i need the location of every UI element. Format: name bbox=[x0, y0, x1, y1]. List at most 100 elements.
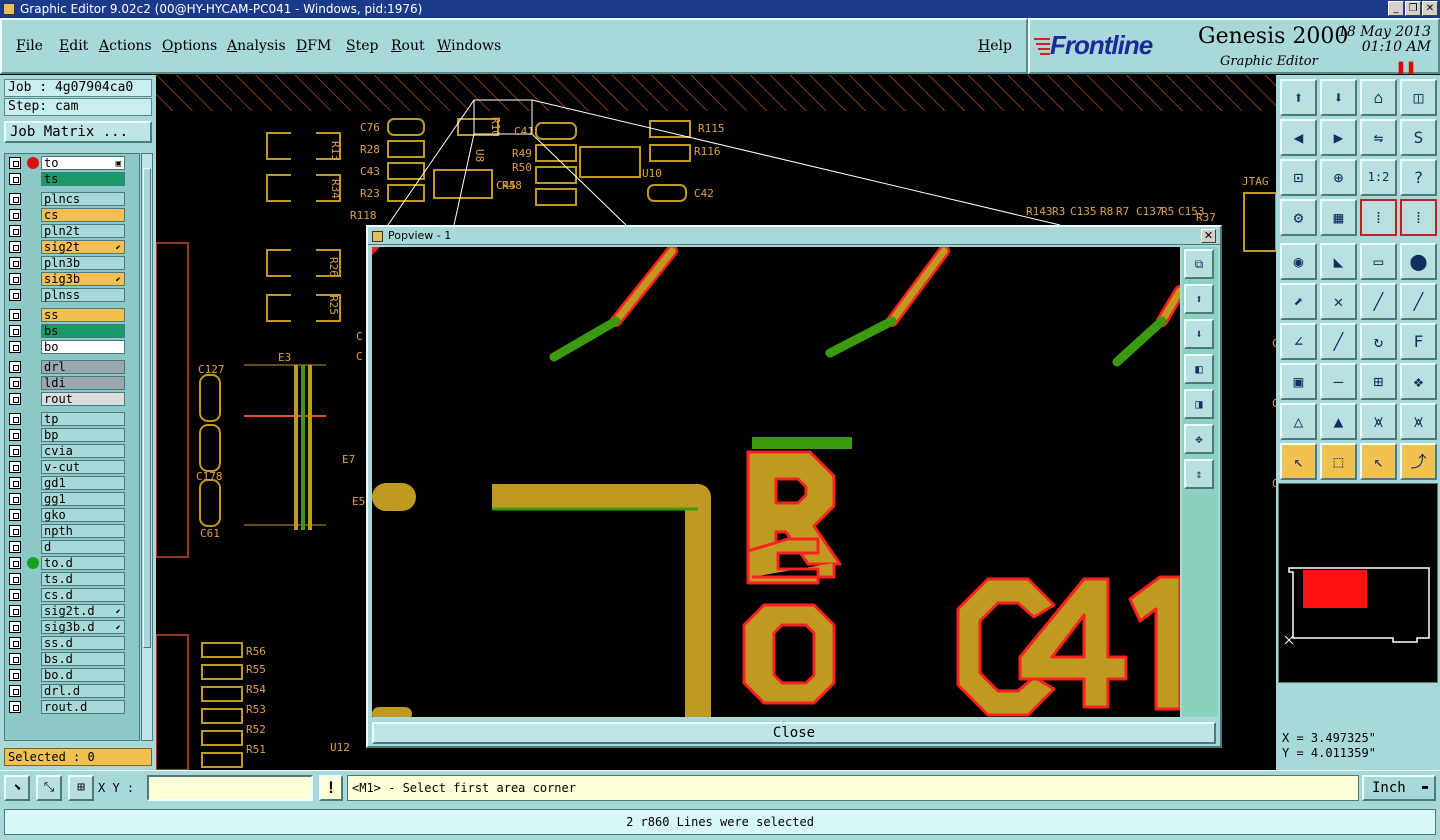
grid-mode-icon[interactable]: ⊞ bbox=[68, 775, 94, 801]
layer-row-ts[interactable]: ts bbox=[7, 172, 127, 186]
zoom-fit-icon[interactable]: ✥ bbox=[1184, 424, 1214, 454]
slash-icon[interactable]: ╱ bbox=[1320, 323, 1357, 360]
layer-row-rout[interactable]: rout bbox=[7, 392, 127, 406]
layer-checkbox[interactable] bbox=[9, 257, 21, 269]
layer-name[interactable]: bs.d bbox=[41, 652, 125, 666]
select-area-icon[interactable]: ↖ bbox=[1360, 443, 1397, 480]
layer-name[interactable]: cs.d bbox=[41, 588, 125, 602]
save-icon[interactable]: ⬇ bbox=[1184, 319, 1214, 349]
layer-row-sig3b.d[interactable]: sig3b.d ⬋ bbox=[7, 620, 127, 634]
layer-name[interactable]: v-cut bbox=[41, 460, 125, 474]
zoom-center-icon[interactable]: ⊕ bbox=[1320, 159, 1357, 196]
layer-checkbox[interactable] bbox=[9, 557, 21, 569]
select-net-icon[interactable]: ⤴ bbox=[1400, 443, 1437, 480]
layer-name[interactable]: rout bbox=[41, 392, 125, 406]
layer-row-cvia[interactable]: cvia bbox=[7, 444, 127, 458]
layer-row-gd1[interactable]: gd1 bbox=[7, 476, 127, 490]
angle-icon[interactable]: ∠ bbox=[1280, 323, 1317, 360]
window-split-icon[interactable]: ◫ bbox=[1400, 79, 1437, 116]
layer-row-pln2t[interactable]: pln2t bbox=[7, 224, 127, 238]
layer-name[interactable]: rout.d bbox=[41, 700, 125, 714]
layer-checkbox[interactable] bbox=[9, 341, 21, 353]
menu-windows[interactable]: Windows bbox=[437, 38, 501, 54]
box-icon[interactable]: ⊞ bbox=[1360, 363, 1397, 400]
layer-row-sig3b[interactable]: sig3b ⬋ bbox=[7, 272, 127, 286]
layer-checkbox[interactable] bbox=[9, 377, 21, 389]
layer-checkbox[interactable] bbox=[9, 309, 21, 321]
layer-name[interactable]: gg1 bbox=[41, 492, 125, 506]
layer-checkbox[interactable] bbox=[9, 393, 21, 405]
measure-icon[interactable]: ▭ bbox=[1360, 243, 1397, 280]
layer-name[interactable]: bp bbox=[41, 428, 125, 442]
help-icon[interactable]: ? bbox=[1400, 159, 1437, 196]
layer-checkbox[interactable] bbox=[9, 477, 21, 489]
layer-row-tp[interactable]: tp bbox=[7, 412, 127, 426]
layer-checkbox[interactable] bbox=[9, 325, 21, 337]
layer-checkbox[interactable] bbox=[9, 225, 21, 237]
s-curve-icon[interactable]: S bbox=[1400, 119, 1437, 156]
fill-icon[interactable]: ⬤ bbox=[1400, 243, 1437, 280]
layer-name[interactable]: bs bbox=[41, 324, 125, 338]
layer-row-ss.d[interactable]: ss.d bbox=[7, 636, 127, 650]
layer-name[interactable]: cs bbox=[41, 208, 125, 222]
menu-file[interactable]: File bbox=[16, 38, 43, 54]
layer-checkbox[interactable] bbox=[9, 573, 21, 585]
layer-checkbox[interactable] bbox=[9, 209, 21, 221]
move-line-icon[interactable]: ╱ bbox=[1360, 283, 1397, 320]
xy-input[interactable] bbox=[147, 775, 313, 801]
layer-list-scrollbar[interactable] bbox=[141, 153, 153, 741]
layer-checkbox[interactable] bbox=[9, 361, 21, 373]
layer-row-to.d[interactable]: to.d bbox=[7, 556, 127, 570]
feature-icon[interactable]: F bbox=[1400, 323, 1437, 360]
layer-row-rout.d[interactable]: rout.d bbox=[7, 700, 127, 714]
layer-row-sig2t.d[interactable]: sig2t.d ⬋ bbox=[7, 604, 127, 618]
layer-row-cs.d[interactable]: cs.d bbox=[7, 588, 127, 602]
menu-analysis[interactable]: Analysis bbox=[227, 38, 286, 54]
layer-name[interactable]: tp bbox=[41, 412, 125, 426]
layer-row-d[interactable]: d bbox=[7, 540, 127, 554]
connect-icon[interactable]: ⬈ bbox=[1280, 283, 1317, 320]
layer-checkbox[interactable] bbox=[9, 701, 21, 713]
view-left-icon[interactable]: ◀ bbox=[1280, 119, 1317, 156]
warning-icon[interactable]: ! bbox=[319, 775, 343, 801]
menu-actions[interactable]: Actions bbox=[99, 38, 152, 54]
overview-map[interactable] bbox=[1278, 483, 1438, 683]
home-icon[interactable]: ⌂ bbox=[1360, 79, 1397, 116]
layer-name[interactable]: pln3b bbox=[41, 256, 125, 270]
menu-dfm[interactable]: DFM bbox=[296, 38, 331, 54]
layer-name[interactable]: ldi bbox=[41, 376, 125, 390]
load-icon[interactable]: ⬆ bbox=[1184, 284, 1214, 314]
line-add-icon[interactable]: ◣ bbox=[1320, 243, 1357, 280]
zoom-diagonal-mode-icon[interactable]: ⤡ bbox=[36, 775, 62, 801]
units-select[interactable]: Inch ▬ bbox=[1362, 775, 1436, 801]
layer-name[interactable]: bo bbox=[41, 340, 125, 354]
layer-row-bo[interactable]: bo bbox=[7, 340, 127, 354]
layer-checkbox[interactable] bbox=[9, 669, 21, 681]
layer-row-npth[interactable]: npth bbox=[7, 524, 127, 538]
mirror-icon[interactable]: ⇋ bbox=[1360, 119, 1397, 156]
layer-row-plnss[interactable]: plnss bbox=[7, 288, 127, 302]
layer-checkbox[interactable] bbox=[9, 525, 21, 537]
layer-name[interactable]: sig3b.d ⬋ bbox=[41, 620, 125, 634]
next-icon[interactable]: ◨ bbox=[1184, 389, 1214, 419]
layer-name[interactable]: drl.d bbox=[41, 684, 125, 698]
popview-x-button[interactable]: ✕ bbox=[1201, 229, 1216, 243]
view-down-icon[interactable]: ⬇ bbox=[1320, 79, 1357, 116]
layer-row-to[interactable]: to ▣ bbox=[7, 156, 127, 170]
popview-canvas[interactable] bbox=[372, 247, 1180, 717]
layer-row-pln3b[interactable]: pln3b bbox=[7, 256, 127, 270]
job-matrix-button[interactable]: Job Matrix ... bbox=[4, 121, 152, 143]
window-close-button[interactable]: ✕ bbox=[1422, 1, 1438, 16]
layer-checkbox[interactable] bbox=[9, 685, 21, 697]
layer-name[interactable]: d bbox=[41, 540, 125, 554]
pad-add-icon[interactable]: ◉ bbox=[1280, 243, 1317, 280]
zoom-area-mode-icon[interactable]: ⬊ bbox=[4, 775, 30, 801]
tools-icon[interactable]: ⚙ bbox=[1280, 199, 1317, 236]
layer-checkbox[interactable] bbox=[9, 541, 21, 553]
layer-checkbox[interactable] bbox=[9, 637, 21, 649]
layer-checkbox[interactable] bbox=[9, 653, 21, 665]
scrollbar-thumb[interactable] bbox=[143, 168, 151, 648]
layer-name[interactable]: sig3b ⬋ bbox=[41, 272, 125, 286]
cross-icon[interactable]: ✕ bbox=[1320, 283, 1357, 320]
layer-row-bo.d[interactable]: bo.d bbox=[7, 668, 127, 682]
